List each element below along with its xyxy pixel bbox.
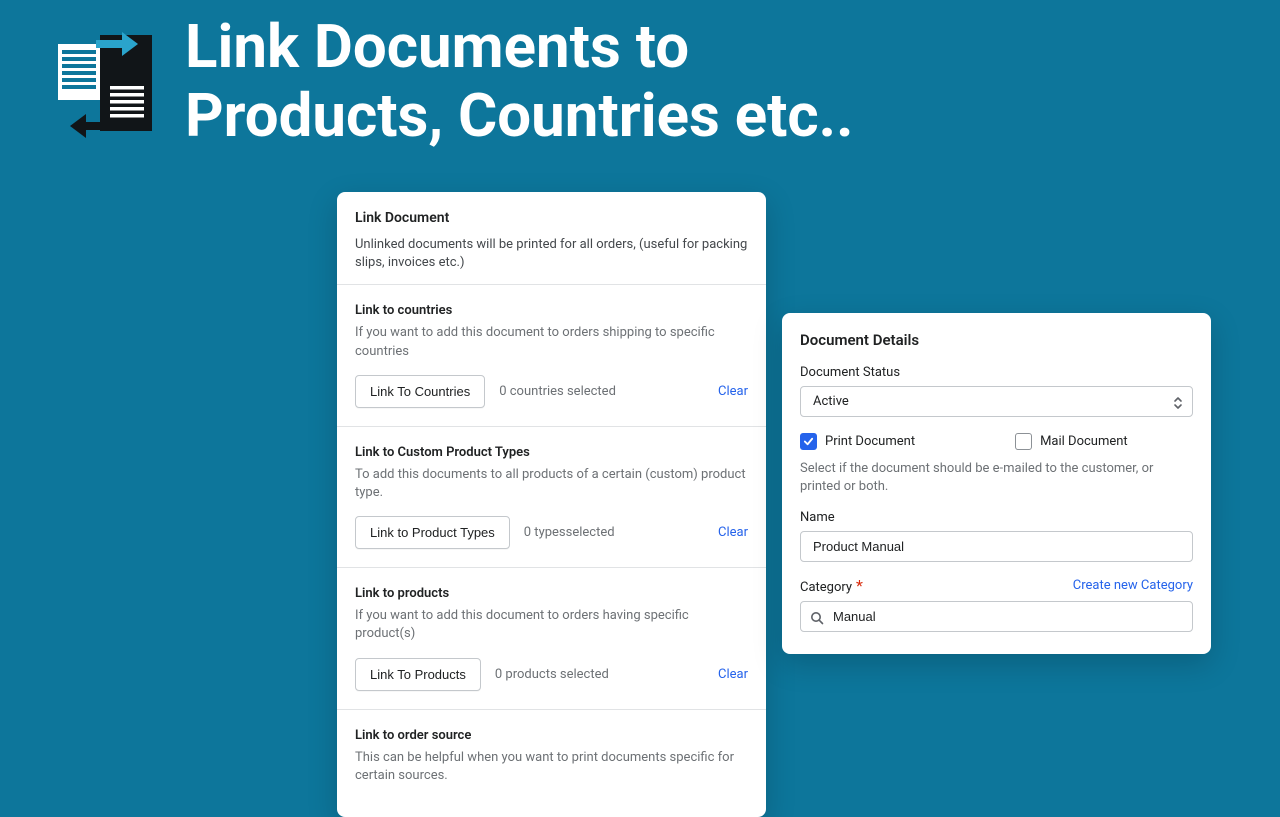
link-document-title: Link Document xyxy=(355,210,748,226)
countries-selected-count: 0 countries selected xyxy=(499,384,616,399)
link-order-source-section: Link to order source This can be helpful… xyxy=(337,709,766,817)
required-star-icon: * xyxy=(856,576,863,595)
types-clear-link[interactable]: Clear xyxy=(718,525,748,540)
category-label: Category xyxy=(800,580,852,595)
products-clear-link[interactable]: Clear xyxy=(718,667,748,682)
countries-clear-link[interactable]: Clear xyxy=(718,384,748,399)
link-to-product-types-button[interactable]: Link to Product Types xyxy=(355,516,510,549)
link-products-desc: If you want to add this document to orde… xyxy=(355,607,748,643)
link-document-subtext: Unlinked documents will be printed for a… xyxy=(355,236,748,272)
link-products-title: Link to products xyxy=(355,586,748,601)
document-status-select[interactable]: Active xyxy=(800,386,1193,417)
category-search-input[interactable] xyxy=(800,601,1193,632)
mail-document-label: Mail Document xyxy=(1040,434,1128,449)
select-chevrons-icon xyxy=(1173,395,1183,409)
documents-transfer-icon xyxy=(58,30,156,138)
link-product-types-section: Link to Custom Product Types To add this… xyxy=(337,426,766,567)
delivery-helper-text: Select if the document should be e-maile… xyxy=(800,460,1193,496)
types-selected-count: 0 typesselected xyxy=(524,525,615,540)
page-title: Link Documents to Products, Countries et… xyxy=(185,12,853,150)
link-order-source-desc: This can be helpful when you want to pri… xyxy=(355,749,748,785)
link-product-types-desc: To add this documents to all products of… xyxy=(355,466,748,502)
link-product-types-title: Link to Custom Product Types xyxy=(355,445,748,460)
link-countries-section: Link to countries If you want to add thi… xyxy=(337,284,766,425)
link-countries-title: Link to countries xyxy=(355,303,748,318)
name-label: Name xyxy=(800,510,1193,525)
mail-document-checkbox[interactable] xyxy=(1015,433,1032,450)
print-document-checkbox[interactable] xyxy=(800,433,817,450)
print-document-label: Print Document xyxy=(825,434,915,449)
document-details-card: Document Details Document Status Active … xyxy=(782,313,1211,654)
name-field[interactable] xyxy=(800,531,1193,562)
link-order-source-title: Link to order source xyxy=(355,728,748,743)
document-status-label: Document Status xyxy=(800,365,1193,380)
search-icon xyxy=(810,610,824,624)
link-products-section: Link to products If you want to add this… xyxy=(337,567,766,708)
document-details-title: Document Details xyxy=(800,331,1193,349)
link-to-products-button[interactable]: Link To Products xyxy=(355,658,481,691)
products-selected-count: 0 products selected xyxy=(495,667,609,682)
link-document-card: Link Document Unlinked documents will be… xyxy=(337,192,766,817)
link-countries-desc: If you want to add this document to orde… xyxy=(355,324,748,360)
link-to-countries-button[interactable]: Link To Countries xyxy=(355,375,485,408)
create-new-category-link[interactable]: Create new Category xyxy=(1073,578,1193,593)
